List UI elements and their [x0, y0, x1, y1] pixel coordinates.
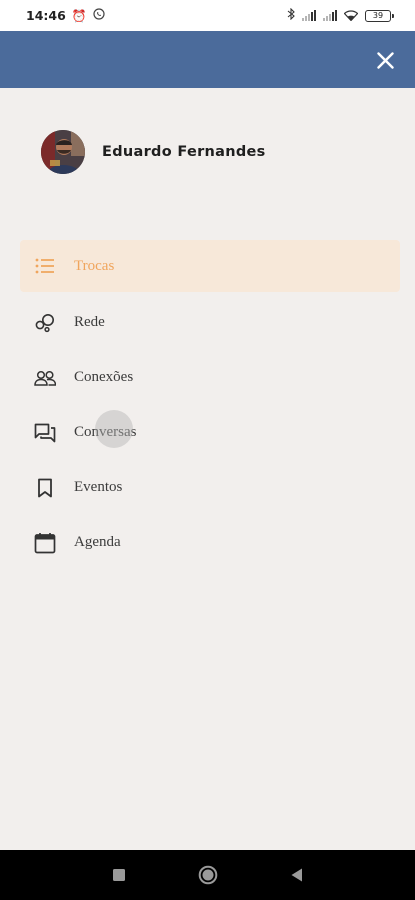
- menu-item-label: Trocas: [74, 257, 115, 274]
- menu-item-rede[interactable]: Rede: [20, 295, 400, 350]
- menu-item-trocas[interactable]: Trocas: [20, 240, 400, 292]
- menu-item-label: Conversas: [74, 424, 137, 440]
- bookmark-icon: [34, 477, 56, 499]
- status-bar: 14:46 ⏰ 39: [0, 0, 415, 31]
- recents-button[interactable]: [112, 868, 126, 882]
- status-time: 14:46: [26, 8, 66, 23]
- menu-item-label: Rede: [74, 314, 105, 330]
- status-left: 14:46 ⏰: [26, 8, 105, 23]
- people-icon: [34, 367, 56, 389]
- circle-icon: [198, 865, 217, 885]
- whatsapp-icon: [93, 8, 105, 23]
- bluetooth-icon: [287, 7, 295, 23]
- calendar-icon: [34, 532, 56, 554]
- network-icon: [34, 312, 56, 334]
- menu-item-label: Conexões: [74, 369, 134, 385]
- close-button[interactable]: [373, 48, 397, 72]
- system-nav-bar: [0, 850, 415, 900]
- menu-item-eventos[interactable]: Eventos: [20, 460, 400, 515]
- back-triangle-icon: [291, 868, 302, 882]
- menu-item-conversas[interactable]: Conversas: [20, 405, 400, 460]
- back-button[interactable]: [290, 867, 304, 883]
- avatar[interactable]: [41, 130, 85, 174]
- drawer-menu: Trocas Rede Conexões Conversas Eventos A…: [20, 240, 400, 570]
- user-name: Eduardo Fernandes: [102, 144, 266, 160]
- menu-item-label: Agenda: [74, 534, 121, 550]
- menu-item-conexoes[interactable]: Conexões: [20, 350, 400, 405]
- signal-icon: [323, 10, 337, 21]
- battery-icon: 39: [365, 9, 394, 22]
- wifi-icon: [344, 10, 358, 21]
- square-icon: [112, 869, 125, 881]
- drawer-header: [0, 31, 415, 88]
- user-profile[interactable]: Eduardo Fernandes: [41, 130, 266, 174]
- list-icon: [34, 255, 56, 277]
- close-icon: [376, 51, 394, 69]
- signal-icon: [302, 10, 316, 21]
- chat-icon: [34, 422, 56, 444]
- menu-item-label: Eventos: [74, 479, 123, 495]
- menu-item-agenda[interactable]: Agenda: [20, 515, 400, 570]
- home-button[interactable]: [198, 865, 218, 885]
- status-right: 39: [287, 7, 394, 23]
- alarm-icon: ⏰: [71, 8, 87, 23]
